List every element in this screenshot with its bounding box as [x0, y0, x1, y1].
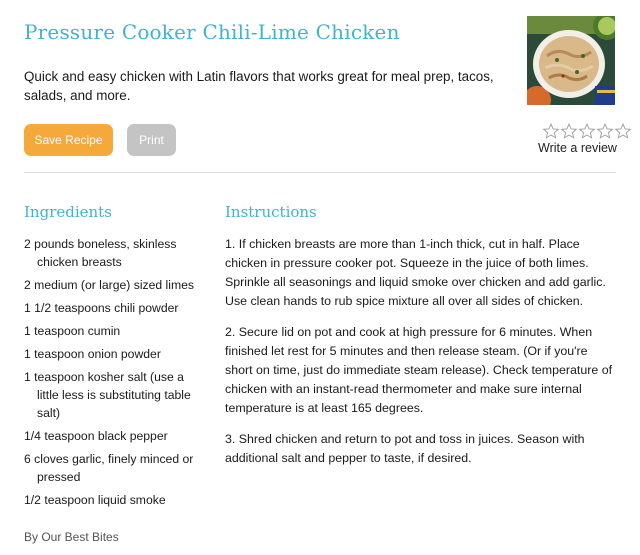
star-icon[interactable]	[578, 123, 596, 139]
print-button[interactable]: Print	[127, 124, 176, 156]
byline: By Our Best Bites	[24, 530, 119, 544]
star-icon[interactable]	[542, 123, 560, 139]
ingredient-item: 1 teaspoon kosher salt (use a little les…	[24, 370, 191, 420]
ingredient-item: 6 cloves garlic, finely minced or presse…	[24, 452, 194, 484]
ingredient-item: 1 teaspoon onion powder	[24, 347, 161, 361]
ingredients-heading: Ingredients	[24, 203, 112, 221]
ingredients-list: 2 pounds boneless, skinless chicken brea…	[24, 235, 206, 514]
ingredient-item: 1 teaspoon cumin	[24, 324, 121, 338]
instruction-step: 2. Secure lid on pot and cook at high pr…	[225, 325, 613, 415]
star-icon[interactable]	[614, 123, 632, 139]
recipe-description: Quick and easy chicken with Latin flavor…	[24, 69, 494, 103]
write-review-link[interactable]: Write a review	[538, 141, 617, 155]
divider	[24, 172, 616, 173]
ingredient-item: 2 medium (or large) sized limes	[24, 278, 195, 292]
ingredient-item: 1 1/2 teaspoons chili powder	[24, 301, 179, 315]
instruction-step: 1. If chicken breasts are more than 1-in…	[225, 237, 606, 308]
recipe-title: Pressure Cooker Chili-Lime Chicken	[24, 20, 400, 44]
ingredient-item: 2 pounds boneless, skinless chicken brea…	[24, 237, 177, 269]
instructions-heading: Instructions	[225, 203, 317, 221]
instructions-list: 1. If chicken breasts are more than 1-in…	[225, 235, 615, 480]
ingredient-item: 1/2 teaspoon liquid smoke	[24, 493, 166, 507]
star-rating[interactable]	[542, 123, 632, 139]
star-icon[interactable]	[560, 123, 578, 139]
recipe-thumbnail	[527, 16, 615, 105]
instruction-step: 3. Shred chicken and return to pot and t…	[225, 432, 585, 465]
save-recipe-button[interactable]: Save Recipe	[24, 124, 113, 156]
star-icon[interactable]	[596, 123, 614, 139]
ingredient-item: 1/4 teaspoon black pepper	[24, 429, 168, 443]
